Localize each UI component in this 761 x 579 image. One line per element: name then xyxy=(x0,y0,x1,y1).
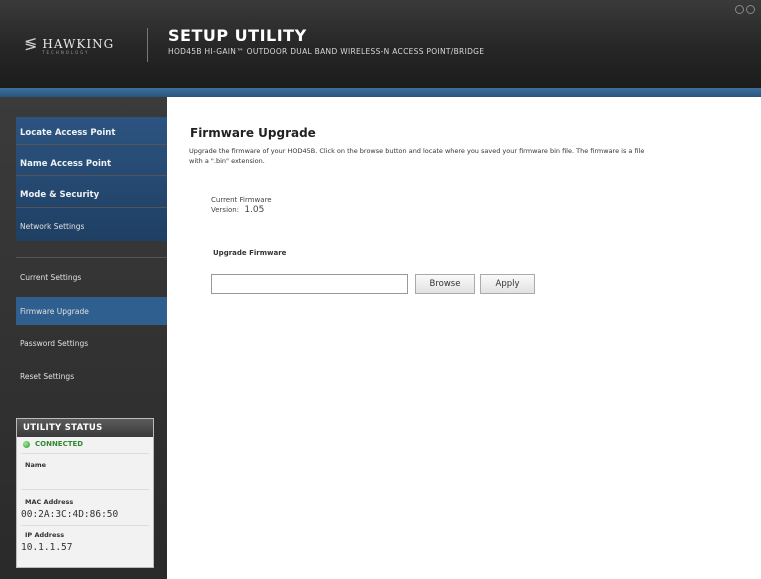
sidebar: Locate Access Point Name Access Point Mo… xyxy=(0,97,167,579)
logo-text: HAWKING xyxy=(42,36,115,51)
status-title: UTILITY STATUS xyxy=(17,419,153,437)
mac-label: MAC Address xyxy=(25,498,74,506)
ip-label: IP Address xyxy=(25,531,65,539)
ip-value: 10.1.1.57 xyxy=(21,542,73,553)
browse-button[interactable]: Browse xyxy=(415,274,475,294)
nav-firmware-upgrade[interactable]: Firmware Upgrade xyxy=(20,307,89,316)
hawk-icon: ≶ xyxy=(24,34,39,53)
status-dot-icon xyxy=(23,440,30,448)
status-divider xyxy=(21,489,149,490)
nav-name-access-point[interactable]: Name Access Point xyxy=(20,159,111,169)
nav-divider xyxy=(16,257,167,258)
name-label: Name xyxy=(25,461,47,469)
nav-current-settings[interactable]: Current Settings xyxy=(20,273,81,282)
nav-network-settings[interactable]: Network Settings xyxy=(20,222,84,231)
nav-locate-access-point[interactable]: Locate Access Point xyxy=(20,128,115,138)
page-description: Upgrade the firmware of your HOD45B. Cli… xyxy=(189,147,645,165)
status-divider xyxy=(21,525,149,526)
nav-divider xyxy=(16,144,167,145)
page-title: Firmware Upgrade xyxy=(190,126,316,140)
nav-divider xyxy=(16,207,167,208)
nav-reset-settings[interactable]: Reset Settings xyxy=(20,372,74,381)
firmware-file-input[interactable] xyxy=(211,274,408,294)
utility-status-panel: UTILITY STATUS CONNECTED Name MAC Addres… xyxy=(16,418,154,568)
nav-mode-security[interactable]: Mode & Security xyxy=(20,190,99,200)
mac-value: 00:2A:3C:4D:86:50 xyxy=(21,509,119,520)
nav-password-settings[interactable]: Password Settings xyxy=(20,339,88,348)
app-subtitle: HOD45B HI-GAIN™ OUTDOOR DUAL BAND WIRELE… xyxy=(168,47,485,56)
header: ≶ HAWKING TECHNOLOGY SETUP UTILITY HOD45… xyxy=(0,0,761,88)
window-controls xyxy=(735,5,755,14)
version-label: Version: xyxy=(211,206,240,214)
connection-text: CONNECTED xyxy=(35,440,84,448)
main-content: Firmware Upgrade Upgrade the firmware of… xyxy=(167,97,761,579)
firmware-version: Version: 1.05 xyxy=(211,205,264,215)
nav-divider xyxy=(16,175,167,176)
close-icon[interactable] xyxy=(746,5,755,14)
connection-status: CONNECTED xyxy=(23,440,83,448)
current-firmware-label: Current Firmware xyxy=(211,196,272,204)
apply-button[interactable]: Apply xyxy=(480,274,535,294)
app-title: SETUP UTILITY xyxy=(168,26,307,45)
upgrade-firmware-title: Upgrade Firmware xyxy=(213,249,287,257)
hawking-logo: ≶ HAWKING TECHNOLOGY xyxy=(24,34,115,55)
minimize-icon[interactable] xyxy=(735,5,744,14)
logo-subtext: TECHNOLOGY xyxy=(42,50,90,55)
header-divider xyxy=(147,28,148,62)
version-value: 1.05 xyxy=(244,205,265,215)
status-divider xyxy=(21,453,149,454)
header-accent-bar xyxy=(0,88,761,97)
